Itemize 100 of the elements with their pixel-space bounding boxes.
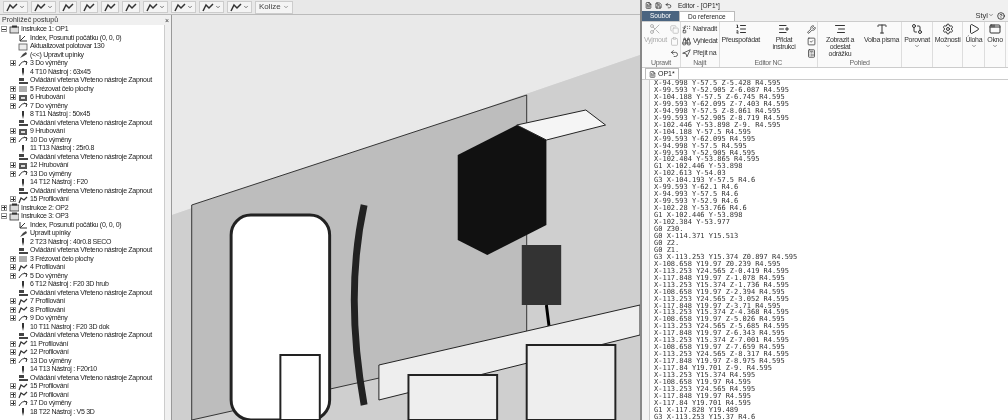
help-icon[interactable] <box>997 12 1005 20</box>
ribbon-button[interactable] <box>669 47 679 59</box>
undo-icon <box>669 48 679 58</box>
tool-change-icon <box>18 58 28 68</box>
document-icon <box>649 70 656 78</box>
numbered-list-icon <box>734 23 747 35</box>
expand-toggle[interactable] <box>10 383 16 390</box>
spindle-icon <box>18 245 28 255</box>
profile-icon <box>18 262 28 272</box>
ribbon-button[interactable] <box>806 47 816 59</box>
expand-toggle[interactable] <box>1 26 7 33</box>
checkbox-icon <box>806 36 816 46</box>
spindle-icon <box>18 75 28 85</box>
wrench-icon <box>806 24 816 34</box>
toolbar-button[interactable] <box>199 1 224 13</box>
list-plus-icon <box>777 23 790 35</box>
axes-icon <box>18 33 28 43</box>
toolbar-button[interactable] <box>59 1 77 13</box>
expand-toggle[interactable] <box>10 60 16 67</box>
tool-change-icon <box>18 398 28 408</box>
clamp-icon <box>18 228 28 238</box>
toolbar-button[interactable] <box>143 1 168 13</box>
spindle-icon <box>18 330 28 340</box>
expand-toggle[interactable] <box>10 170 16 177</box>
expand-toggle[interactable] <box>10 94 16 101</box>
scrollbar[interactable] <box>164 25 171 420</box>
clamp-icon <box>18 50 28 60</box>
tool-change-icon <box>18 271 28 281</box>
expand-toggle[interactable] <box>10 306 16 313</box>
ribbon-button[interactable] <box>806 23 816 35</box>
expand-toggle[interactable] <box>1 204 7 211</box>
expand-toggle[interactable] <box>10 136 16 143</box>
expand-toggle[interactable] <box>10 349 16 356</box>
spindle-icon <box>18 186 28 196</box>
replace-icon <box>681 24 691 34</box>
toolbar-button[interactable] <box>122 1 140 13</box>
expand-toggle[interactable] <box>1 213 7 220</box>
expand-toggle[interactable] <box>10 400 16 407</box>
toolbar-button[interactable] <box>227 1 252 13</box>
machine-icon <box>9 211 19 221</box>
expand-toggle[interactable] <box>10 391 16 398</box>
toolbar-button[interactable] <box>3 1 28 13</box>
spindle-icon <box>18 118 28 128</box>
tool-change-icon <box>18 101 28 111</box>
tool-icon <box>125 2 137 12</box>
caret-icon <box>988 12 994 19</box>
expand-toggle[interactable] <box>10 162 16 169</box>
caret-icon <box>19 4 25 10</box>
expand-toggle[interactable] <box>10 298 16 305</box>
undo-icon[interactable] <box>665 2 672 9</box>
play-icon <box>967 23 980 35</box>
save-icon[interactable] <box>655 2 662 9</box>
tool-icon <box>146 2 158 12</box>
caret-icon <box>159 4 165 10</box>
font-icon <box>875 23 888 35</box>
clipboard-icon <box>669 36 679 46</box>
pointer-icon <box>681 48 691 58</box>
tool-icon <box>34 2 46 12</box>
tool-change-icon <box>18 356 28 366</box>
roughing-icon <box>18 160 28 170</box>
facing-icon <box>18 254 28 264</box>
profile-icon <box>18 194 28 204</box>
expand-toggle[interactable] <box>10 357 16 364</box>
caret-icon <box>944 43 951 49</box>
caret-icon <box>992 43 998 49</box>
expand-toggle[interactable] <box>10 128 16 135</box>
copy-icon <box>669 24 679 34</box>
caret-icon <box>970 43 977 49</box>
expand-toggle[interactable] <box>10 196 16 203</box>
machine-icon <box>9 203 19 213</box>
expand-toggle[interactable] <box>10 255 16 262</box>
roughing-icon <box>18 92 28 102</box>
caret-icon <box>187 4 193 10</box>
expand-toggle[interactable] <box>10 272 16 279</box>
document-icon <box>645 2 652 9</box>
toolbar-button[interactable] <box>171 1 196 13</box>
toolbar-button[interactable] <box>101 1 119 13</box>
tool-change-icon <box>18 169 28 179</box>
window-icon <box>989 23 1001 35</box>
expand-toggle[interactable] <box>10 340 16 347</box>
collision-button[interactable]: Kolize <box>255 0 293 14</box>
toolbar-button[interactable] <box>80 1 98 13</box>
caret-icon <box>282 4 289 10</box>
caret-icon <box>47 4 53 10</box>
tool-icon <box>83 2 95 12</box>
spindle-icon <box>18 152 28 162</box>
align-icon <box>833 23 846 35</box>
tool-icon <box>104 2 116 12</box>
expand-toggle[interactable] <box>10 264 16 271</box>
axes-icon <box>18 220 28 230</box>
tool-icon <box>174 2 186 12</box>
tool-icon <box>6 2 18 12</box>
machine-icon <box>9 25 19 34</box>
ribbon-button[interactable] <box>806 35 816 47</box>
expand-toggle[interactable] <box>10 85 16 92</box>
tool-change-icon <box>18 135 28 145</box>
expand-toggle[interactable] <box>10 315 16 322</box>
expand-toggle[interactable] <box>10 102 16 109</box>
toolbar-button[interactable] <box>31 1 56 13</box>
block-icon <box>18 41 28 51</box>
